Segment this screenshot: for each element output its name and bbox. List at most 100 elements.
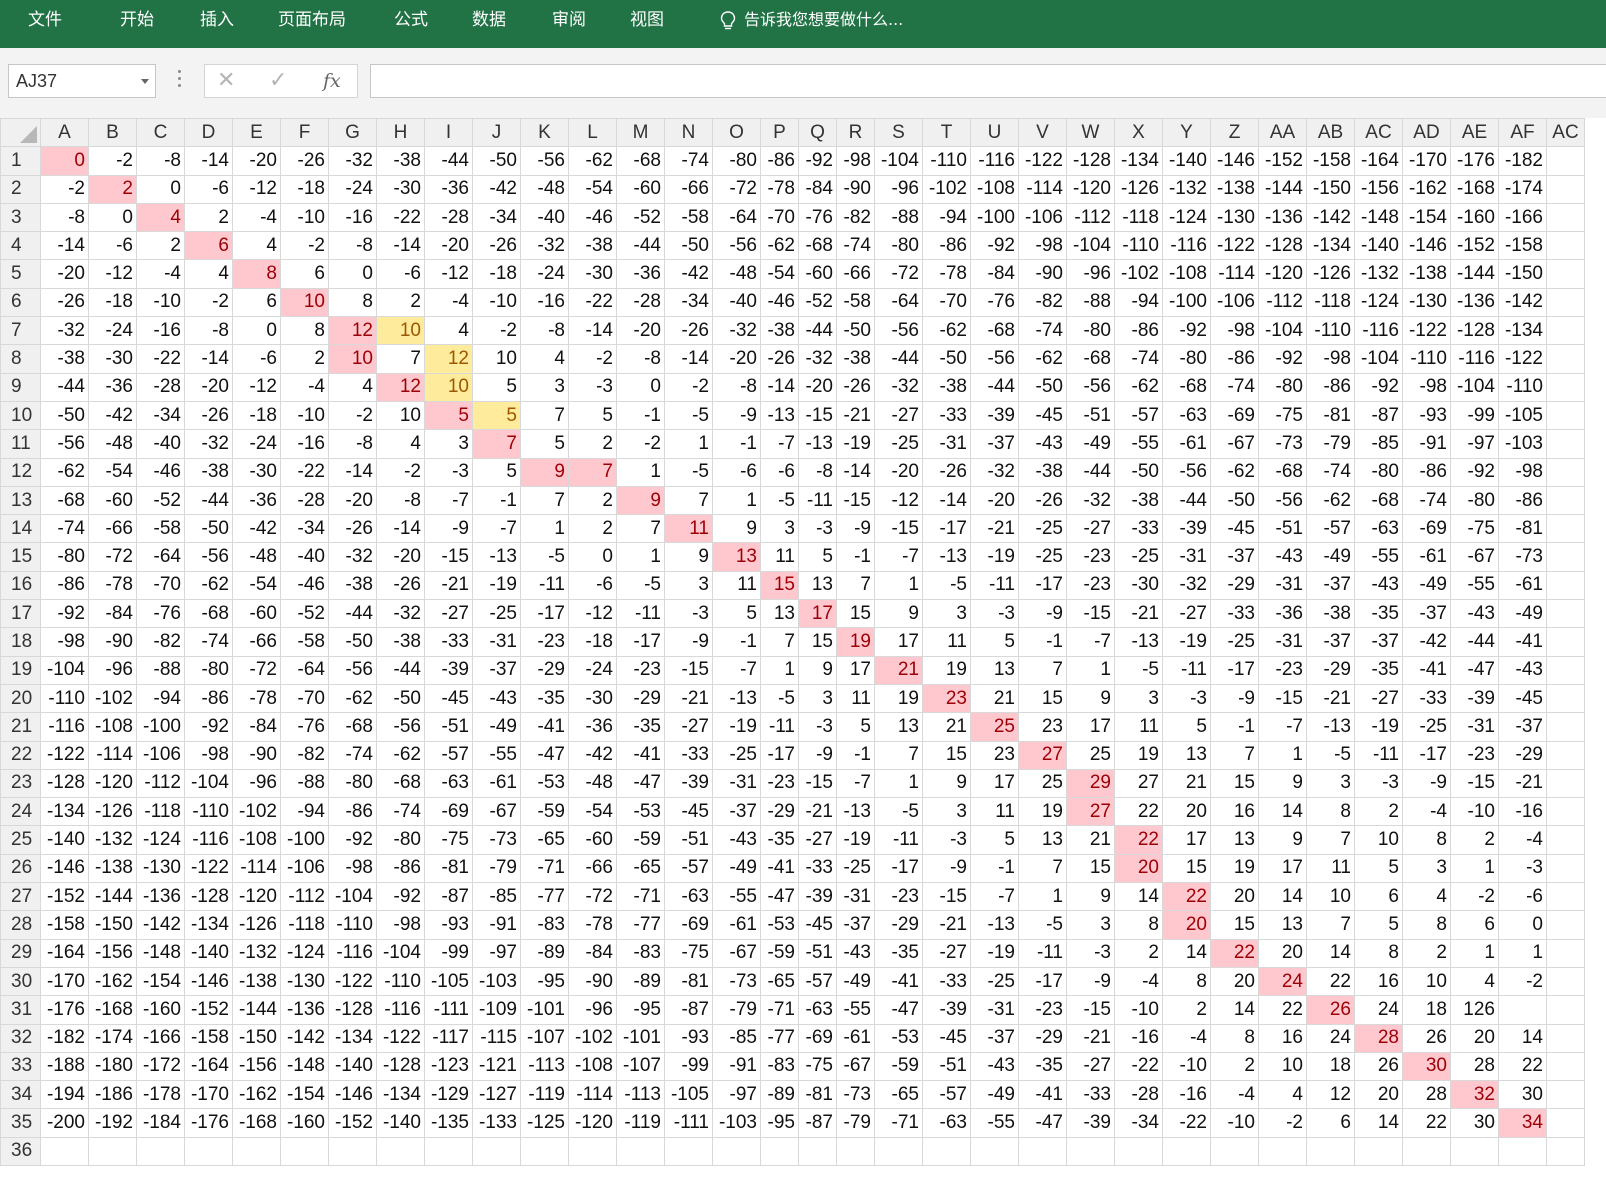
cell[interactable] <box>520 1136 569 1166</box>
cell[interactable]: -102 <box>922 174 971 204</box>
row-header[interactable]: 17 <box>0 599 41 629</box>
cell[interactable]: -52 <box>798 287 837 318</box>
cell[interactable]: -74 <box>1210 372 1259 402</box>
cell[interactable]: 4 <box>1450 966 1499 997</box>
cell[interactable]: -59 <box>520 797 569 827</box>
cell[interactable]: -26 <box>328 514 377 544</box>
cell[interactable]: 22 <box>1210 938 1259 968</box>
cell[interactable]: 8 <box>1402 910 1451 940</box>
cell[interactable]: -37 <box>1306 627 1355 657</box>
cell[interactable]: -37 <box>1306 570 1355 601</box>
cell[interactable]: -102 <box>568 1023 617 1053</box>
cell[interactable]: -38 <box>1306 599 1355 629</box>
cell[interactable]: 23 <box>1018 712 1067 742</box>
cell[interactable]: -50 <box>184 514 233 544</box>
cell[interactable]: -31 <box>922 429 971 459</box>
cell[interactable]: -112 <box>1066 202 1115 233</box>
cell[interactable]: -182 <box>1498 146 1547 176</box>
cell[interactable]: 4 <box>1402 882 1451 912</box>
cell[interactable]: -134 <box>1306 231 1355 261</box>
cell[interactable]: -5 <box>760 485 799 516</box>
cell[interactable]: -14 <box>568 316 617 346</box>
cell[interactable]: -133 <box>472 1108 521 1138</box>
cell[interactable]: 1 <box>874 768 923 799</box>
cell[interactable] <box>1114 1136 1163 1166</box>
cell[interactable]: -22 <box>376 202 425 233</box>
cell[interactable]: 14 <box>1258 882 1307 912</box>
cell[interactable]: -142 <box>1498 287 1547 318</box>
cell[interactable]: -2 <box>1498 966 1547 997</box>
column-header[interactable]: X <box>1114 117 1163 148</box>
cell[interactable]: 5 <box>520 429 569 459</box>
cell[interactable]: -70 <box>280 683 329 714</box>
cell[interactable]: -117 <box>424 1023 473 1053</box>
cell[interactable]: -34 <box>664 287 713 318</box>
cell[interactable]: -72 <box>874 259 923 289</box>
row-header[interactable]: 13 <box>0 485 41 516</box>
cell[interactable]: -56 <box>184 542 233 572</box>
row-header[interactable]: 35 <box>0 1108 41 1138</box>
cell[interactable] <box>970 1136 1019 1166</box>
cell[interactable]: -75 <box>798 1051 837 1082</box>
cell[interactable]: 3 <box>922 797 971 827</box>
cell[interactable]: -7 <box>712 655 761 685</box>
cell[interactable]: 10 <box>1306 882 1355 912</box>
cell[interactable]: -68 <box>970 316 1019 346</box>
cell[interactable]: -15 <box>1258 683 1307 714</box>
cell[interactable]: -90 <box>88 627 137 657</box>
cell[interactable]: -71 <box>616 882 665 912</box>
cell[interactable]: -46 <box>760 287 799 318</box>
cell[interactable]: -65 <box>874 1080 923 1110</box>
cell[interactable]: -122 <box>40 740 89 770</box>
cell[interactable]: -62 <box>1018 344 1067 374</box>
cell[interactable]: -110 <box>1114 231 1163 261</box>
row-header[interactable]: 16 <box>0 570 41 601</box>
cell[interactable]: 7 <box>376 344 425 374</box>
cell[interactable]: -10 <box>1162 1051 1211 1082</box>
cell[interactable]: -93 <box>1402 400 1451 431</box>
cell[interactable]: -27 <box>664 712 713 742</box>
cell[interactable]: 20 <box>1210 882 1259 912</box>
cell[interactable]: -14 <box>664 344 713 374</box>
row-header[interactable]: 7 <box>0 316 41 346</box>
cell[interactable]: -40 <box>136 429 185 459</box>
cell[interactable]: -75 <box>664 938 713 968</box>
cell[interactable]: -47 <box>760 882 799 912</box>
cell[interactable]: -35 <box>1354 599 1403 629</box>
cell[interactable]: -113 <box>616 1080 665 1110</box>
cell[interactable]: -62 <box>376 740 425 770</box>
cell[interactable]: -11 <box>874 825 923 855</box>
cell[interactable]: -166 <box>1498 202 1547 233</box>
cell[interactable]: -41 <box>1402 655 1451 685</box>
cell[interactable]: -32 <box>712 316 761 346</box>
cell[interactable]: -74 <box>836 231 875 261</box>
cell[interactable]: -50 <box>328 627 377 657</box>
column-header[interactable]: AB <box>1306 117 1355 148</box>
cell[interactable]: -49 <box>1306 542 1355 572</box>
cell[interactable]: 10 <box>1354 825 1403 855</box>
enter-icon[interactable]: ✓ <box>269 65 287 97</box>
cell[interactable]: 21 <box>922 712 971 742</box>
cell[interactable]: 15 <box>1018 683 1067 714</box>
cell[interactable]: 12 <box>376 372 425 402</box>
cell[interactable]: -74 <box>184 627 233 657</box>
cell[interactable]: -1 <box>1018 627 1067 657</box>
cell[interactable]: 5 <box>472 400 521 431</box>
cell[interactable]: -130 <box>1210 202 1259 233</box>
cell[interactable]: -30 <box>232 457 281 487</box>
cell[interactable]: -35 <box>1018 1051 1067 1082</box>
cell[interactable]: -3 <box>1498 853 1547 884</box>
cell[interactable]: -38 <box>184 457 233 487</box>
cell[interactable]: -58 <box>836 287 875 318</box>
cell[interactable]: -119 <box>520 1080 569 1110</box>
cell[interactable]: -27 <box>798 825 837 855</box>
cell[interactable]: 0 <box>88 202 137 233</box>
cell[interactable]: 11 <box>760 542 799 572</box>
cell[interactable]: -26 <box>40 287 89 318</box>
column-header[interactable]: P <box>760 117 799 148</box>
cell[interactable] <box>1546 768 1585 799</box>
cell[interactable]: -13 <box>970 910 1019 940</box>
cell[interactable]: -60 <box>616 174 665 204</box>
cell[interactable]: 7 <box>1018 655 1067 685</box>
cell[interactable]: -25 <box>1210 627 1259 657</box>
